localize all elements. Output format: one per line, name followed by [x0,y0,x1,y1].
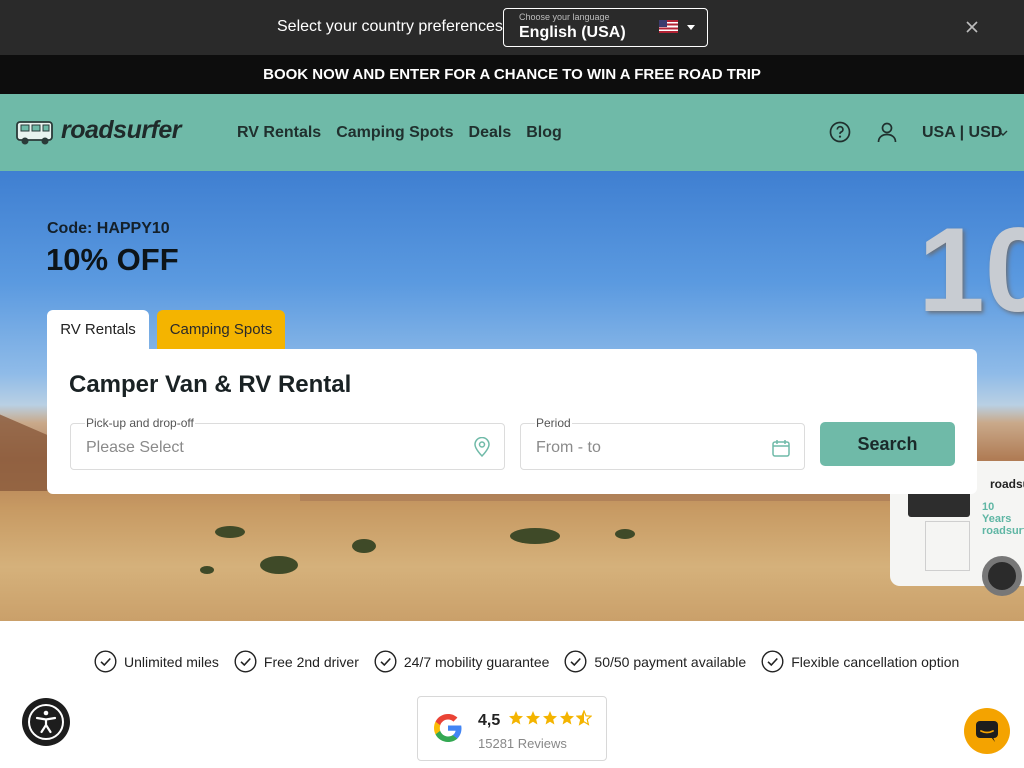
us-flag-icon [659,20,678,33]
accessibility-button[interactable] [22,698,70,746]
nav-item-blog[interactable]: Blog [526,124,562,142]
rating-stars [508,710,592,726]
star-icon [560,711,574,725]
hero-bush [260,556,298,574]
rv-door [925,521,970,571]
rating-value: 4,5 [478,712,501,729]
usp-item: 50/50 payment available [564,650,746,673]
location-pin-icon [474,437,490,457]
tab-camping-spots[interactable]: Camping Spots [157,310,285,350]
pickup-field-label: Pick-up and drop-off [85,416,195,430]
language-select-caption: Choose your language [519,12,610,22]
accessibility-icon [28,704,64,740]
period-field[interactable]: Period From - to [520,416,805,470]
check-circle-icon [564,650,587,673]
hero-bush [352,539,376,553]
roadsurfer-logo[interactable]: roadsurfer [15,114,215,148]
check-circle-icon [761,650,784,673]
usp-label: 24/7 mobility guarantee [403,653,550,670]
star-icon [526,711,540,725]
language-select[interactable]: Choose your language English (USA) [503,8,708,47]
hero-section: 10 roadsu 10 Years roadsurfer Code: HAPP… [0,171,1024,621]
usp-label: 50/50 payment available [594,653,747,670]
usp-item: Flexible cancellation option [761,650,959,673]
star-icon [543,711,557,725]
country-preferences-bar: Select your country preferences Choose y… [0,0,1024,55]
hero-bush [615,529,635,539]
logo-wordmark: roadsurfer [61,116,182,144]
google-review-badge[interactable]: 4,5 15281 Reviews [417,696,607,761]
language-select-value: English (USA) [519,24,626,41]
nav-item-rv-rentals[interactable]: RV Rentals [237,124,321,142]
country-preferences-text: Select your country preferences [277,18,503,35]
hero-bush [510,528,560,544]
google-icon [434,714,462,742]
period-field-label: Period [535,416,572,430]
usp-item: Free 2nd driver [234,650,359,673]
user-icon[interactable] [876,121,898,143]
chevron-down-icon [998,130,1008,136]
tab-rv-rentals[interactable]: RV Rentals [47,310,149,352]
rv-brand-text: roadsu [990,477,1024,491]
discount-headline: 10% OFF [46,242,179,277]
pickup-location-field[interactable]: Pick-up and drop-off Please Select [70,416,505,470]
star-half-icon [576,710,592,726]
usp-list: Unlimited miles Free 2nd driver 24/7 mob… [94,650,959,673]
currency-selector[interactable]: USA | USD [922,124,1002,142]
site-header: roadsurfer RV Rentals Camping Spots Deal… [0,94,1024,171]
nav-item-camping-spots[interactable]: Camping Spots [336,124,453,142]
promo-code-label: Code: HAPPY10 [47,220,170,237]
rv-wheel [982,556,1022,596]
help-circle-icon[interactable] [829,121,851,143]
caret-down-icon [687,25,695,30]
usp-label: Unlimited miles [124,653,219,670]
chat-button[interactable] [964,708,1010,754]
hero-bush [200,566,214,574]
check-circle-icon [94,650,117,673]
usp-item: Unlimited miles [94,650,219,673]
promo-banner[interactable]: BOOK NOW AND ENTER FOR A CHANCE TO WIN A… [0,55,1024,94]
star-icon [509,711,523,725]
review-count: 15281 Reviews [478,736,567,751]
search-card: Camper Van & RV Rental Pick-up and drop-… [47,349,977,494]
usp-item: 24/7 mobility guarantee [374,650,550,673]
period-field-placeholder: From - to [536,439,601,456]
check-circle-icon [374,650,397,673]
check-circle-icon [234,650,257,673]
usp-label: Flexible cancellation option [791,653,960,670]
calendar-icon [772,440,790,457]
search-card-title: Camper Van & RV Rental [69,371,352,398]
usp-label: Free 2nd driver [263,653,359,670]
chat-bubble-icon [976,721,998,742]
number-balloon: 10 [918,203,1024,337]
rv-anniversary-badge: 10 Years roadsurfer [982,501,1024,537]
close-icon[interactable] [962,17,982,37]
nav-item-deals[interactable]: Deals [469,124,512,142]
main-nav: RV Rentals Camping Spots Deals Blog [237,124,562,142]
pickup-field-placeholder: Please Select [86,439,184,456]
rv-window [908,491,970,517]
hero-bush [215,526,245,538]
camper-van-logo-icon [16,121,53,145]
search-button[interactable]: Search [820,422,955,466]
